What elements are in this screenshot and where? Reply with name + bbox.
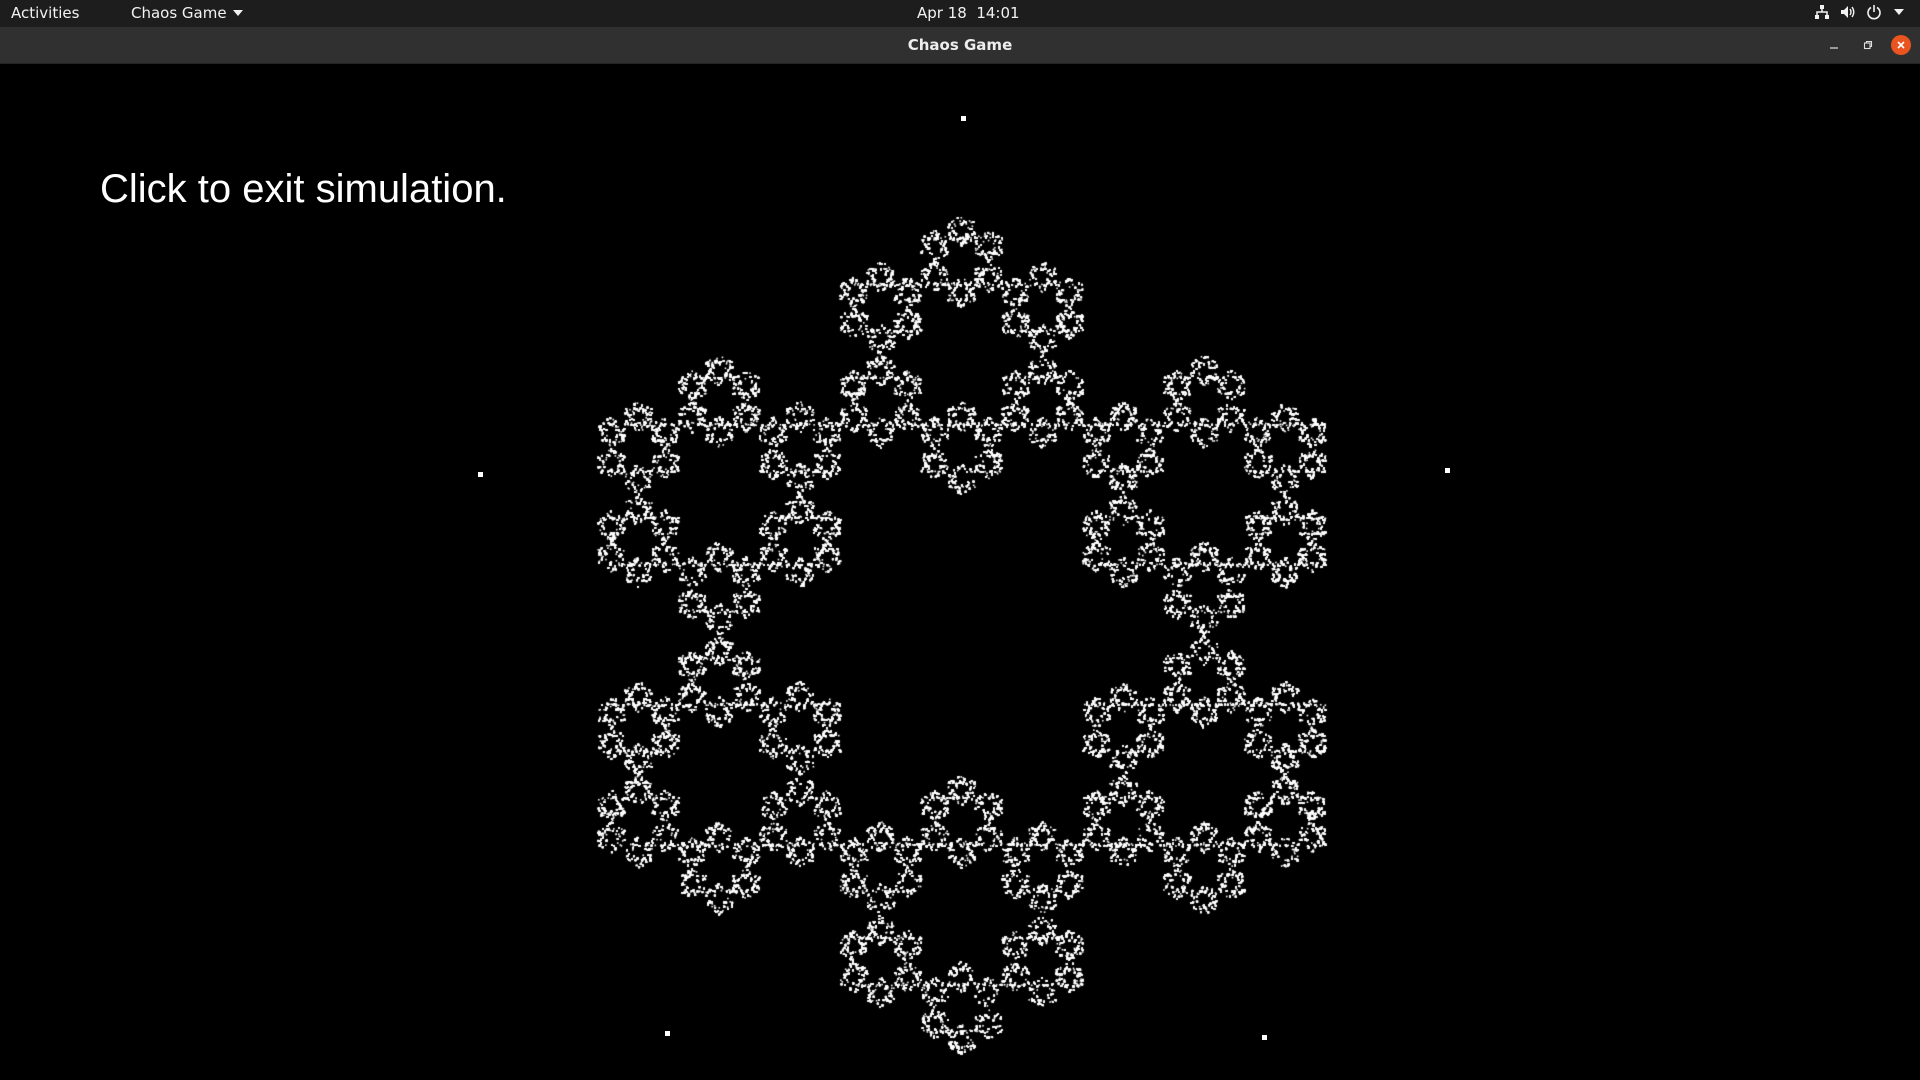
close-icon: [1897, 41, 1905, 49]
chevron-down-icon: [1894, 9, 1904, 15]
network-icon: [1814, 4, 1830, 20]
app-menu[interactable]: Chaos Game: [131, 4, 243, 22]
minimize-icon: [1830, 47, 1838, 49]
window-titlebar[interactable]: Chaos Game: [0, 27, 1920, 64]
simulation-canvas[interactable]: Click to exit simulation.: [0, 64, 1920, 1080]
clock[interactable]: Apr 18 14:01: [917, 4, 1020, 22]
chaos-game-fractal: [0, 64, 1920, 1080]
vertex-marker: [1445, 468, 1450, 473]
system-status-menu[interactable]: [1814, 4, 1904, 20]
minimize-button[interactable]: [1824, 35, 1844, 55]
window-title: Chaos Game: [907, 36, 1013, 54]
chevron-down-icon: [232, 10, 243, 16]
activities-button[interactable]: Activities: [11, 4, 79, 22]
power-icon: [1866, 4, 1882, 20]
close-button[interactable]: [1891, 35, 1911, 55]
vertex-marker: [1262, 1035, 1267, 1040]
vertex-marker: [665, 1031, 670, 1036]
app-menu-label: Chaos Game: [131, 4, 227, 22]
exit-instruction: Click to exit simulation.: [100, 167, 507, 211]
vertex-marker: [961, 116, 966, 121]
top-panel: Activities Chaos Game Apr 18 14:01: [0, 0, 1920, 27]
vertex-marker: [478, 472, 483, 477]
restore-button[interactable]: [1858, 35, 1878, 55]
restore-icon: [1863, 40, 1873, 50]
volume-icon: [1840, 4, 1856, 20]
